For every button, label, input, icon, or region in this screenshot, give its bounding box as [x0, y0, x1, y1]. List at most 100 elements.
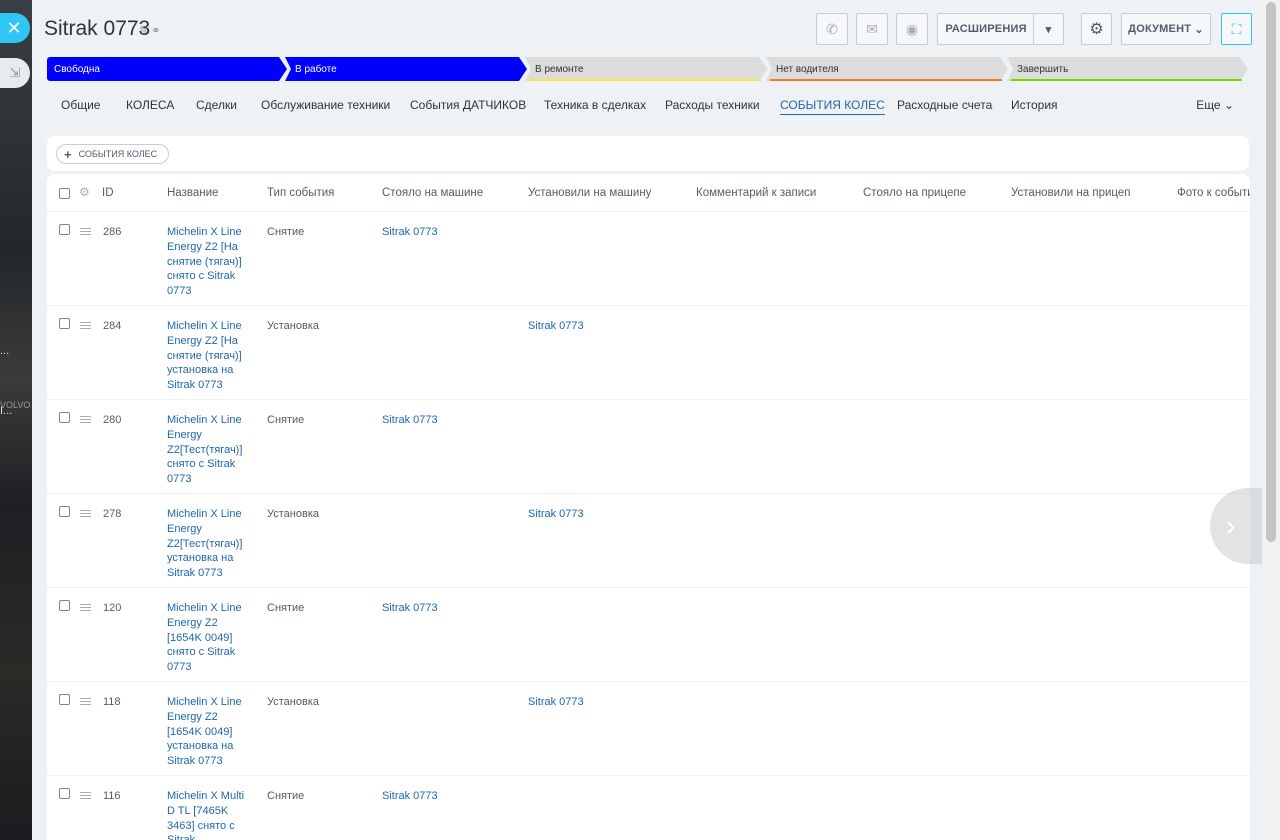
link-icon[interactable]: ⚭ [151, 25, 160, 37]
tab-deals[interactable]: Сделки [196, 98, 237, 112]
fullscreen-button[interactable]: ⛶ [1221, 13, 1252, 45]
table-row[interactable]: 118 Michelin X Line Energy Z2 [1654K 004… [47, 682, 1250, 776]
cell-name-link[interactable]: Michelin X Line Energy Z2 [На снятие (тя… [167, 319, 247, 393]
drag-handle-icon[interactable] [80, 510, 91, 517]
edit-icon[interactable]: ✎ [139, 25, 148, 37]
row-checkbox[interactable] [59, 694, 70, 705]
column-header-was-on-vehicle[interactable]: Стояло на машине [382, 187, 483, 199]
cell-name-link[interactable]: Michelin X Line Energy Z2 [На снятие (тя… [167, 225, 247, 299]
stage-label: В ремонте [535, 64, 584, 75]
add-wheel-event-button[interactable]: + СОБЫТИЯ КОЛЕС [56, 144, 170, 164]
column-settings-icon[interactable]: ⚙ [79, 185, 90, 199]
row-checkbox[interactable] [59, 224, 70, 235]
column-header-installed-on-vehicle[interactable]: Установили на машину [528, 187, 651, 199]
table-row[interactable]: 120 Michelin X Line Energy Z2 [1654K 004… [47, 588, 1250, 682]
cell-event-type: Снятие [267, 414, 305, 426]
fullscreen-icon: ⛶ [1231, 20, 1242, 37]
vertical-scrollbar[interactable] [1262, 0, 1280, 840]
chat-button[interactable]: ◉ [896, 13, 928, 45]
tab-sensor-events[interactable]: События ДАТЧИКОВ [410, 98, 526, 112]
table-header: ⚙ ID Название Тип события Стояло на маши… [47, 174, 1250, 212]
table-row[interactable]: 286 Michelin X Line Energy Z2 [На снятие… [47, 212, 1250, 306]
tab-general[interactable]: Общие [61, 98, 100, 112]
table-row[interactable]: 280 Michelin X Line Energy Z2[Тест(тягач… [47, 400, 1250, 494]
phone-icon: ✆ [826, 20, 838, 37]
table-row[interactable]: 284 Michelin X Line Energy Z2 [На снятие… [47, 306, 1250, 400]
email-button[interactable]: ✉ [856, 13, 888, 45]
column-header-name[interactable]: Название [167, 187, 218, 199]
cell-event-type: Установка [267, 320, 319, 332]
column-header-event-type[interactable]: Тип события [267, 187, 334, 199]
column-header-event-photo[interactable]: Фото к событи [1177, 187, 1250, 199]
tab-vehicles-in-deals[interactable]: Техника в сделках [544, 98, 646, 112]
cell-name-link[interactable]: Michelin X Multi D TL [7465K 3463] снято… [167, 789, 247, 840]
stage-no-driver[interactable]: Нет водителя [766, 57, 1008, 81]
cell-was-on-vehicle-link[interactable]: Sitrak 0773 [382, 601, 438, 616]
cell-was-on-vehicle-link[interactable]: Sitrak 0773 [382, 413, 438, 428]
cell-installed-on-vehicle-link[interactable]: Sitrak 0773 [528, 507, 584, 522]
cell-id: 284 [103, 320, 122, 332]
tab-maintenance[interactable]: Обслуживание техники [261, 98, 390, 112]
background-text: I... [0, 405, 13, 417]
table-row[interactable]: 116 Michelin X Multi D TL [7465K 3463] с… [47, 776, 1250, 840]
extensions-button[interactable]: РАСШИРЕНИЯ [937, 13, 1034, 45]
cell-was-on-vehicle-link[interactable]: Sitrak 0773 [382, 225, 438, 240]
tab-wheel-events[interactable]: СОБЫТИЯ КОЛЕС [780, 98, 885, 115]
cell-event-type: Установка [267, 508, 319, 520]
cell-name-link[interactable]: Michelin X Line Energy Z2 [1654K 0049] у… [167, 695, 247, 769]
extensions-dropdown-button[interactable]: ▾ [1033, 13, 1064, 45]
row-checkbox[interactable] [59, 788, 70, 799]
cell-name-link[interactable]: Michelin X Line Energy Z2[Тест(тягач)] у… [167, 507, 247, 581]
list-toolbar: + СОБЫТИЯ КОЛЕС [47, 136, 1249, 171]
drag-handle-icon[interactable] [80, 604, 91, 611]
cell-id: 116 [103, 790, 121, 802]
cell-id: 286 [103, 226, 122, 238]
drag-handle-icon[interactable] [80, 322, 91, 329]
stage-in-work[interactable]: В работе [285, 57, 527, 81]
stage-label: Свободна [54, 64, 100, 75]
column-header-id[interactable]: ID [102, 187, 114, 199]
add-button-label: СОБЫТИЯ КОЛЕС [78, 149, 158, 159]
cell-id: 120 [103, 602, 122, 614]
drag-handle-icon[interactable] [80, 792, 91, 799]
table-row[interactable]: 278 Michelin X Line Energy Z2[Тест(тягач… [47, 494, 1250, 588]
page-title: Sitrak 0773 [44, 17, 151, 40]
chevron-down-icon: ⌄ [1194, 23, 1204, 36]
drag-handle-icon[interactable] [80, 698, 91, 705]
column-header-comment[interactable]: Комментарий к записи [696, 187, 816, 199]
scrollbar-thumb[interactable] [1266, 2, 1276, 542]
cell-name-link[interactable]: Michelin X Line Energy Z2[Тест(тягач)] с… [167, 413, 247, 487]
settings-button[interactable]: ⚙ [1081, 13, 1112, 45]
row-checkbox[interactable] [59, 600, 70, 611]
tab-expense-invoices[interactable]: Расходные счета [897, 98, 992, 112]
minimize-slider-button[interactable]: ⇲ [0, 58, 30, 88]
tab-vehicle-expenses[interactable]: Расходы техники [665, 98, 760, 112]
stage-label: Нет водителя [776, 64, 839, 75]
stage-in-repair[interactable]: В ремонте [525, 57, 767, 81]
select-all-checkbox[interactable] [59, 188, 70, 199]
stage-finish[interactable]: Завершить [1007, 57, 1248, 81]
cell-installed-on-vehicle-link[interactable]: Sitrak 0773 [528, 319, 584, 334]
cell-name-link[interactable]: Michelin X Line Energy Z2 [1654K 0049] с… [167, 601, 247, 675]
close-icon: ✕ [6, 17, 22, 38]
cell-event-type: Снятие [267, 790, 305, 802]
title-actions: ✎ ⚭ [139, 24, 161, 37]
cell-was-on-vehicle-link[interactable]: Sitrak 0773 [382, 789, 438, 804]
row-checkbox[interactable] [59, 318, 70, 329]
close-slider-button[interactable]: ✕ [0, 13, 30, 43]
drag-handle-icon[interactable] [80, 416, 91, 423]
column-header-installed-on-trailer[interactable]: Установили на прицеп [1011, 187, 1131, 199]
tab-wheels[interactable]: КОЛЕСА [126, 98, 174, 112]
document-button[interactable]: ДОКУМЕНТ ⌄ [1121, 13, 1211, 45]
tab-more[interactable]: Еще ⌄ [1196, 98, 1234, 112]
cell-installed-on-vehicle-link[interactable]: Sitrak 0773 [528, 695, 584, 710]
cell-event-type: Установка [267, 696, 319, 708]
plus-icon: + [64, 146, 72, 162]
call-button[interactable]: ✆ [816, 13, 848, 45]
row-checkbox[interactable] [59, 412, 70, 423]
tab-history[interactable]: История [1011, 98, 1058, 112]
column-header-was-on-trailer[interactable]: Стояло на прицепе [863, 187, 966, 199]
stage-free[interactable]: Свободна [47, 57, 287, 81]
row-checkbox[interactable] [59, 506, 70, 517]
drag-handle-icon[interactable] [80, 228, 91, 235]
